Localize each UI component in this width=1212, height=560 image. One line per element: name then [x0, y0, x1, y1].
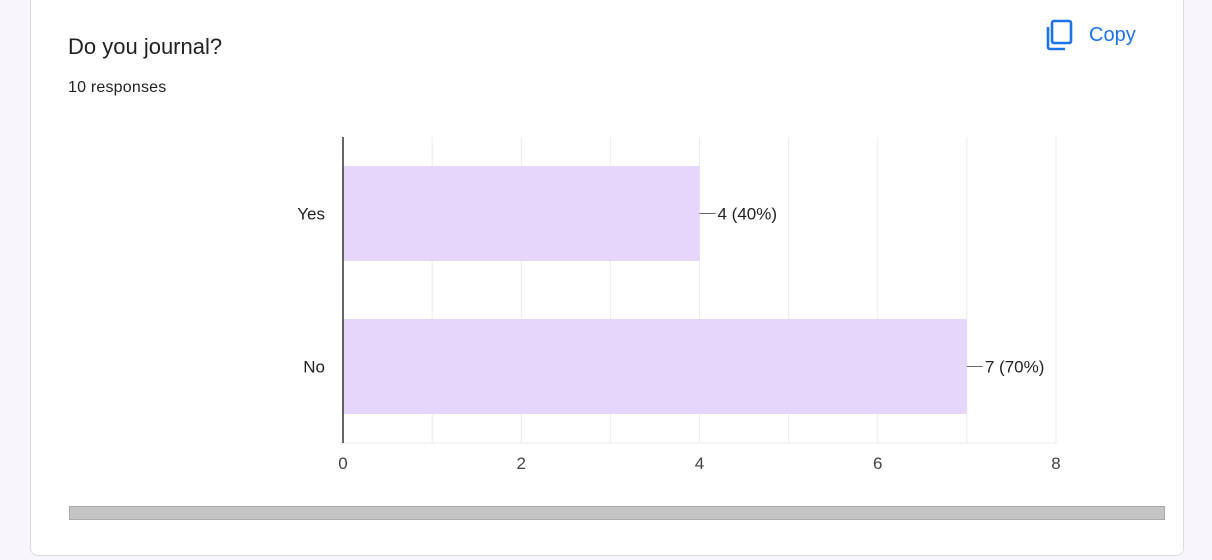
x-tick-label: 6 — [873, 454, 882, 473]
data-label: 7 (70%) — [985, 358, 1045, 377]
horizontal-scrollbar[interactable] — [69, 506, 1165, 520]
bar-chart: Yes 4 (40%) No 7 (70%) 0 2 4 6 8 — [297, 137, 1061, 473]
x-tick-label: 8 — [1051, 454, 1060, 473]
x-tick-label: 4 — [695, 454, 704, 473]
x-tick-label: 0 — [338, 454, 347, 473]
bar — [343, 319, 967, 414]
category-label: No — [303, 358, 325, 377]
data-label: 4 (40%) — [718, 205, 778, 224]
category-label: Yes — [297, 205, 325, 224]
question-card: Do you journal? 10 responses Copy Yes 4 (… — [30, 0, 1184, 556]
bar — [343, 166, 700, 261]
x-tick-label: 2 — [517, 454, 526, 473]
